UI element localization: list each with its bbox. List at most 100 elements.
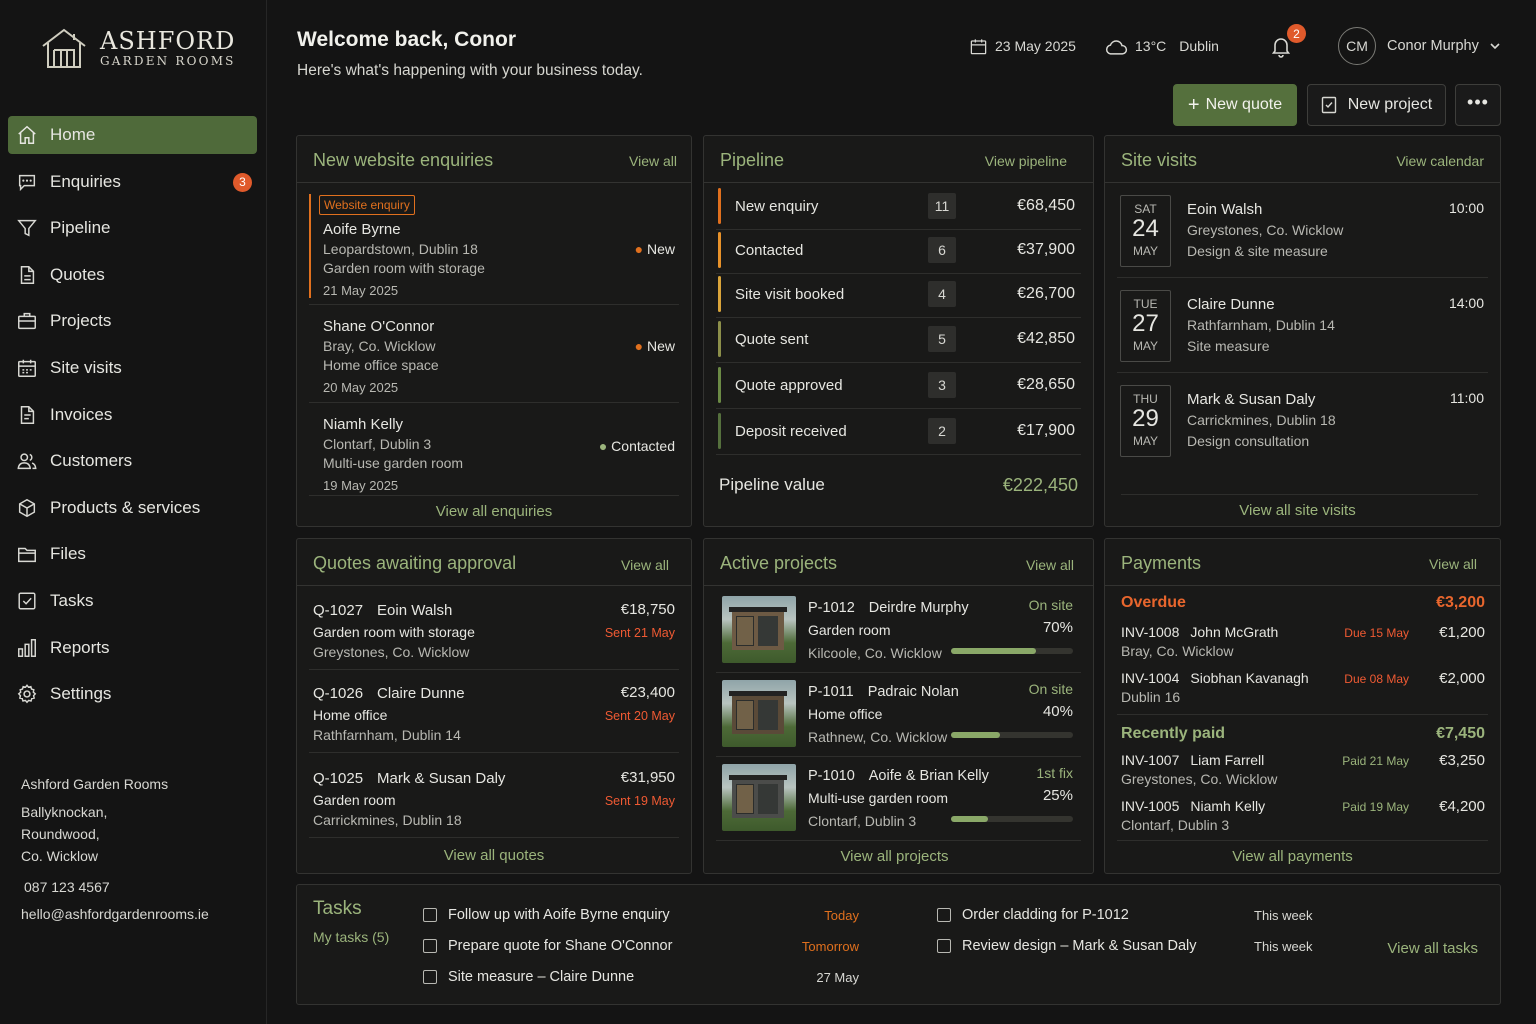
company-phone[interactable]: 087 123 4567 [21, 876, 209, 898]
visit-time: 10:00 [1448, 200, 1484, 216]
view-all-projects-link[interactable]: View all projects [704, 848, 1085, 865]
nav-item-enquiries[interactable]: Enquiries 3 [8, 163, 257, 201]
project-description: Home office [808, 706, 883, 722]
task-checkbox[interactable] [423, 939, 437, 953]
quote-customer: Mark & Susan Daly [377, 770, 506, 787]
project-item[interactable]: P-1011 Padraic Nolan Home office Rathnew,… [704, 680, 1093, 752]
project-item[interactable]: P-1012 Deirdre Murphy Garden room Kilcool… [704, 596, 1093, 668]
enquiry-item[interactable]: Shane O'Connor Bray, Co. Wicklow Home of… [323, 317, 683, 397]
site-visit-item[interactable]: SAT 24 MAY Eoin Walsh Greystones, Co. Wi… [1105, 195, 1500, 275]
nav-item-files[interactable]: Files [8, 535, 257, 573]
overdue-label: Overdue [1121, 594, 1186, 611]
nav-label: Reports [50, 637, 110, 657]
project-location: Kilcoole, Co. Wicklow [808, 645, 942, 661]
quote-item[interactable]: Q-1026 Claire Dunne Home office Rathfarnh… [297, 684, 691, 754]
enquiries-view-all-link[interactable]: View all [629, 153, 677, 169]
nav-item-site-visits[interactable]: Site visits [8, 349, 257, 387]
quote-customer: Eoin Walsh [377, 602, 453, 619]
overdue-invoice-row[interactable]: INV-1008 John McGrath Bray, Co. Wicklow D… [1105, 623, 1500, 663]
users-icon [17, 453, 37, 470]
enquiry-date: 20 May 2025 [323, 379, 399, 395]
paid-invoice-row[interactable]: INV-1007 Liam Farrell Greystones, Co. Wic… [1105, 751, 1500, 791]
project-id: P-1011 [808, 684, 854, 700]
quote-amount: €31,950 [620, 769, 675, 786]
new-quote-button[interactable]: + New quote [1173, 84, 1297, 126]
new-project-button[interactable]: New project [1307, 84, 1446, 126]
house-logo-icon [42, 28, 86, 68]
payments-view-all-link[interactable]: View all [1429, 556, 1477, 572]
quote-sent-date: Sent 19 May [604, 794, 675, 808]
task-item[interactable]: Site measure – Claire Dunne 27 May [423, 969, 859, 989]
stage-color-bar [718, 367, 721, 403]
task-checkbox[interactable] [937, 908, 951, 922]
visit-weekday: TUE [1133, 297, 1158, 311]
nav-item-customers[interactable]: Customers [8, 442, 257, 480]
stage-count: 3 [928, 372, 956, 398]
pipeline-stage-row[interactable]: Quote sent 5 €42,850 [718, 317, 1079, 361]
calendar-icon [18, 359, 36, 377]
payments-card: Payments View all Overdue €3,200 Recentl… [1104, 538, 1501, 874]
visit-month: MAY [1132, 339, 1159, 353]
gear-icon [17, 684, 37, 704]
nav-item-pipeline[interactable]: Pipeline [8, 209, 257, 247]
project-customer: Deirdre Murphy [868, 600, 969, 616]
site-visit-item[interactable]: TUE 27 MAY Claire Dunne Rathfarnham, Dub… [1105, 290, 1500, 370]
nav-item-settings[interactable]: Settings [8, 675, 257, 713]
paid-invoice-row[interactable]: INV-1005 Niamh Kelly Clontarf, Dublin 3 P… [1105, 797, 1500, 837]
recently-paid-label: Recently paid [1121, 725, 1226, 742]
project-progress-bar [951, 732, 1073, 738]
nav-label: Files [50, 544, 86, 564]
nav-item-reports[interactable]: Reports [8, 629, 257, 667]
quotes-view-all-link[interactable]: View all [621, 557, 669, 573]
view-all-quotes-link[interactable]: View all quotes [297, 847, 691, 864]
quote-item[interactable]: Q-1027 Eoin Walsh Garden room with storag… [297, 601, 691, 671]
nav-item-projects[interactable]: Projects [8, 302, 257, 340]
my-tasks-link[interactable]: My tasks (5) [313, 929, 389, 945]
view-all-site-visits-link[interactable]: View all site visits [1105, 502, 1490, 519]
view-all-tasks-link[interactable]: View all tasks [1387, 940, 1478, 957]
quote-location: Rathfarnham, Dublin 14 [313, 727, 461, 743]
view-pipeline-link[interactable]: View pipeline [985, 153, 1067, 169]
projects-view-all-link[interactable]: View all [1026, 557, 1074, 573]
site-visit-item[interactable]: THU 29 MAY Mark & Susan Daly Carrickmine… [1105, 385, 1500, 465]
task-checkbox[interactable] [423, 970, 437, 984]
task-item[interactable]: Prepare quote for Shane O'Connor Tomorro… [423, 938, 859, 958]
more-options-button[interactable]: ••• [1455, 84, 1501, 126]
overdue-invoice-row[interactable]: INV-1004 Siobhan Kavanagh Dublin 16 Due 0… [1105, 669, 1500, 709]
nav-item-tasks[interactable]: Tasks [8, 582, 257, 620]
user-menu[interactable]: CM Conor Murphy [1338, 24, 1509, 68]
brand-logo[interactable]: ASHFORD GARDEN ROOMS [40, 26, 236, 70]
enquiry-item[interactable]: Niamh Kelly Clontarf, Dublin 3 Multi-use… [323, 415, 683, 495]
nav-item-quotes[interactable]: Quotes [8, 256, 257, 294]
nav-item-home[interactable]: Home [8, 116, 257, 154]
enquiry-item[interactable]: Aoife Byrne Leopardstown, Dublin 18 Gard… [323, 220, 683, 300]
nav-item-invoices[interactable]: Invoices [8, 396, 257, 434]
view-calendar-link[interactable]: View calendar [1396, 153, 1484, 169]
visit-weekday: THU [1133, 392, 1158, 406]
view-all-payments-link[interactable]: View all payments [1105, 848, 1480, 865]
nav-item-products[interactable]: Products & services [8, 489, 257, 527]
task-due: This week [1254, 908, 1313, 923]
notifications-button[interactable]: 2 [1269, 24, 1309, 68]
task-item[interactable]: Order cladding for P-1012 This week [937, 907, 1329, 927]
company-email[interactable]: hello@ashfordgardenrooms.ie [21, 903, 209, 925]
nav-label: Site visits [50, 357, 122, 377]
quote-item[interactable]: Q-1025 Mark & Susan Daly Garden room Carr… [297, 769, 691, 839]
pipeline-stage-row[interactable]: Site visit booked 4 €26,700 [718, 272, 1079, 316]
pipeline-stage-row[interactable]: Deposit received 2 €17,900 [718, 409, 1079, 453]
task-checkbox[interactable] [937, 939, 951, 953]
enquiry-name: Niamh Kelly [323, 416, 404, 433]
invoice-paid-date: Paid 21 May [1342, 754, 1409, 768]
pipeline-stage-row[interactable]: Quote approved 3 €28,650 [718, 363, 1079, 407]
project-progress-text: 25% [1042, 787, 1073, 804]
pipeline-stage-row[interactable]: New enquiry 11 €68,450 [718, 184, 1079, 228]
pipeline-stage-row[interactable]: Contacted 6 €37,900 [718, 228, 1079, 272]
folder-icon [18, 548, 36, 563]
view-all-enquiries-link[interactable]: View all enquiries [297, 503, 691, 520]
company-name: Ashford Garden Rooms [21, 776, 169, 792]
project-thumbnail [722, 764, 796, 831]
task-checkbox[interactable] [423, 908, 437, 922]
task-item[interactable]: Review design – Mark & Susan Daly This w… [937, 938, 1329, 958]
project-item[interactable]: P-1010 Aoife & Brian Kelly Multi-use gard… [704, 764, 1093, 836]
task-item[interactable]: Follow up with Aoife Byrne enquiry Today [423, 907, 859, 927]
